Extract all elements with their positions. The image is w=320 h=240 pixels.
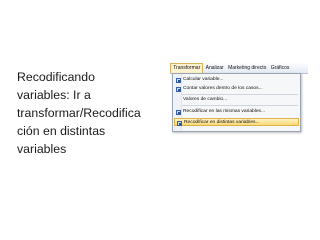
caption-line: Recodificando: [17, 70, 95, 84]
menu-item-valores-de-cambio[interactable]: Valores de cambio...: [174, 96, 299, 104]
menu-marketing-directo[interactable]: Marketing directo: [226, 63, 269, 73]
caption-line: transformar/Recodifica: [17, 106, 141, 120]
slide-caption: Recodificando variables: Ir a transforma…: [17, 68, 165, 158]
menu-item-recodificar-distintas[interactable]: Recodificar en distintas variables...: [174, 118, 299, 126]
menu-item-recodificar-mismas[interactable]: Recodificar en las mismas variables...: [174, 108, 299, 116]
menu-item-contar-valores[interactable]: Contar valores dentro de los casos...: [174, 85, 299, 93]
caption-line: variables: Ir a: [17, 88, 91, 102]
menu-separator: [182, 105, 298, 106]
menu-item-calcular-variable[interactable]: Calcular variable...: [174, 76, 299, 84]
menu-transformar[interactable]: Transformar: [170, 63, 204, 73]
transformar-dropdown: Calcular variable... Contar valores dent…: [172, 73, 301, 132]
menu-item-label: Contar valores dentro de los casos...: [183, 86, 263, 91]
slide: Recodificando variables: Ir a transforma…: [0, 0, 320, 240]
menu-screenshot: Transformar Analizar Marketing directo G…: [170, 63, 308, 132]
recode-icon: [176, 120, 182, 126]
menu-item-label: Valores de cambio...: [183, 97, 228, 102]
count-values-icon: [175, 86, 181, 92]
menu-item-label: Calcular variable...: [183, 77, 224, 82]
menu-item-label: Recodificar en distintas variables...: [184, 120, 260, 125]
menu-analizar[interactable]: Analizar: [203, 63, 225, 73]
caption-line: variables: [17, 142, 67, 156]
menu-item-label: Recodificar en las mismas variables...: [183, 109, 266, 114]
menu-separator: [182, 94, 298, 95]
caption-line: ción en distintas: [17, 124, 106, 138]
calculator-icon: [175, 77, 181, 83]
recode-icon: [175, 109, 181, 115]
menu-graficos[interactable]: Gráficos: [269, 63, 292, 73]
